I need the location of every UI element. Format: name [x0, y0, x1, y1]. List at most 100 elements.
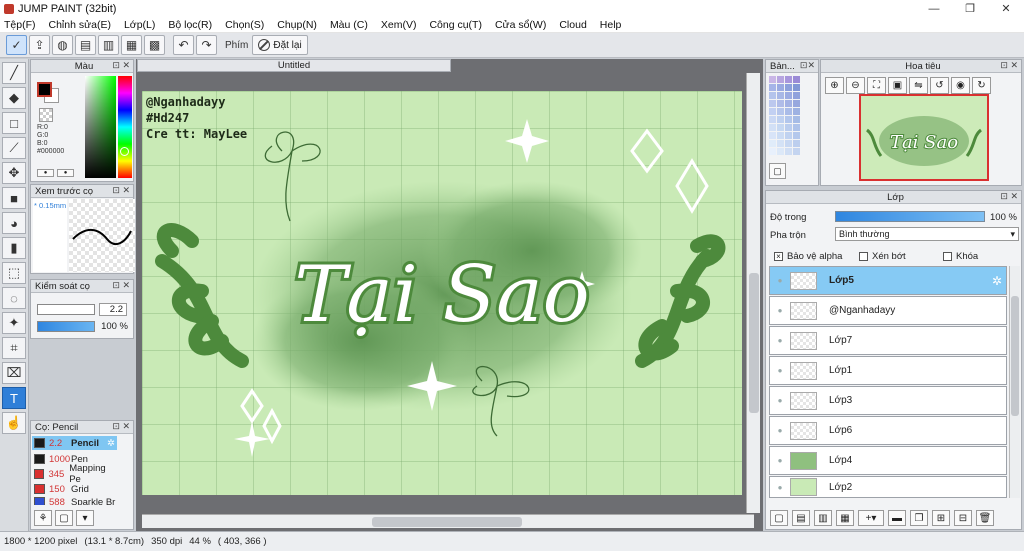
new-layer-menu-icon[interactable]: +▾ [858, 510, 884, 526]
canvas-horizontal-scrollbar[interactable] [142, 514, 754, 528]
stabilizer-icon[interactable]: ✓ [6, 35, 27, 55]
eye-icon[interactable]: ● [770, 456, 790, 465]
lock-checkbox[interactable]: Khóa [943, 251, 978, 262]
layer-row-nganhadayy[interactable]: ● @Nganhadayy [769, 296, 1007, 325]
menu-edit[interactable]: Chỉnh sửa(E) [49, 19, 111, 31]
zoom-out-icon[interactable]: ⊖ [846, 77, 865, 94]
page-icon[interactable]: ▥ [98, 35, 119, 55]
panel-close-icon[interactable]: ⊡ ✕ [1000, 191, 1018, 202]
zoom-in-icon[interactable]: ⊕ [825, 77, 844, 94]
select-eraser-tool-icon[interactable]: ⌧ [2, 362, 26, 384]
color-saturation-box[interactable] [85, 76, 116, 178]
text-tool-icon[interactable]: T [2, 387, 26, 409]
gradient-tool-icon[interactable]: ▮ [2, 237, 26, 259]
brush-size-slider[interactable] [37, 304, 95, 315]
palette-swatches[interactable] [769, 76, 801, 155]
new-folder-icon[interactable]: ▬ [888, 510, 906, 526]
menu-filter[interactable]: Bộ lọc(R) [168, 19, 212, 31]
menu-view[interactable]: Xem(V) [381, 19, 417, 31]
brush-size-value[interactable]: 2.2 [99, 303, 127, 316]
brush-item-sparkle[interactable]: 588 Sparkle Br [32, 497, 117, 505]
menu-layer[interactable]: Lớp(L) [124, 19, 155, 31]
eyedropper-icon[interactable]: ● [37, 169, 54, 177]
redo-icon[interactable]: ↷ [196, 35, 217, 55]
gear-icon[interactable]: ✲ [992, 274, 1002, 288]
menu-cloud[interactable]: Cloud [559, 19, 586, 31]
rotate-left-icon[interactable]: ↺ [930, 77, 949, 94]
delete-layer-icon[interactable]: 🗑 [976, 510, 994, 526]
panel-close-icon[interactable]: ⊡✕ [800, 60, 815, 71]
fill-rect-tool-icon[interactable]: ■ [2, 187, 26, 209]
color-mode-icon[interactable]: ● [57, 169, 74, 177]
new-layer-1bit-icon[interactable]: ▥ [814, 510, 832, 526]
new-layer-icon[interactable]: ▢ [770, 510, 788, 526]
layer-row-lop7[interactable]: ● Lớp7 [769, 326, 1007, 355]
undo-icon[interactable]: ↶ [173, 35, 194, 55]
move-tool-icon[interactable]: ✥ [2, 162, 26, 184]
eye-icon[interactable]: ● [770, 336, 790, 345]
rectangle-tool-icon[interactable]: □ [2, 112, 26, 134]
rotate-right-icon[interactable]: ↻ [972, 77, 991, 94]
brush-item-grid[interactable]: 150 Grid [32, 482, 117, 496]
fit-window-icon[interactable]: ⛶ [867, 77, 886, 94]
blend-mode-select[interactable]: Bình thường ▾ [835, 227, 1019, 241]
grid-settings-icon[interactable]: ▩ [144, 35, 165, 55]
menu-color[interactable]: Màu (C) [330, 19, 368, 31]
layer-row-lop5[interactable]: ● Lớp5 ✲ [769, 266, 1007, 295]
panel-close-icon[interactable]: ⊡ ✕ [112, 421, 130, 432]
layer-settings-icon[interactable]: ⊟ [954, 510, 972, 526]
menu-capture[interactable]: Chụp(N) [277, 19, 317, 31]
eye-icon[interactable]: ● [770, 366, 790, 375]
eye-icon[interactable]: ● [770, 276, 790, 285]
new-brush-icon[interactable]: ▢ [55, 510, 73, 526]
minimize-button[interactable]: — [916, 0, 952, 17]
eye-icon[interactable]: ● [770, 396, 790, 405]
document-tab[interactable]: Untitled [137, 59, 451, 72]
clip-checkbox[interactable]: Xén bớt [859, 251, 906, 262]
layer-list-scrollbar[interactable] [1009, 266, 1020, 498]
eraser-tool-icon[interactable]: ◆ [2, 87, 26, 109]
brush-tool-icon[interactable]: ╱ [2, 62, 26, 84]
artboard[interactable]: Tại Sao @Nganhadayy #Hd247 Cre tt: MayLe… [142, 91, 742, 495]
select-pen-tool-icon[interactable]: ⌗ [2, 337, 26, 359]
brush-item-mapping-pen[interactable]: 345 Mapping Pe [32, 463, 117, 485]
menu-window[interactable]: Cửa sổ(W) [495, 19, 546, 31]
restore-button[interactable]: ❐ [952, 0, 988, 17]
flip-icon[interactable]: ⇋ [909, 77, 928, 94]
new-halftone-layer-icon[interactable]: ▦ [836, 510, 854, 526]
canvas-vertical-scrollbar[interactable] [746, 73, 760, 513]
bucket-tool-icon[interactable]: ◕ [2, 212, 26, 234]
panel-close-icon[interactable]: ⊡ ✕ [112, 280, 130, 291]
close-button[interactable]: ✕ [988, 0, 1024, 17]
export-icon[interactable]: ⇪ [29, 35, 50, 55]
actual-size-icon[interactable]: ▣ [888, 77, 907, 94]
new-palette-icon[interactable]: ▢ [769, 163, 786, 179]
eye-icon[interactable]: ● [770, 306, 790, 315]
panel-close-icon[interactable]: ⊡ ✕ [1000, 60, 1018, 71]
layer-row-lop6[interactable]: ● Lớp6 [769, 416, 1007, 445]
reset-button[interactable]: Đặt lại [252, 35, 308, 55]
layer-row-lop2[interactable]: ● Lớp2 [769, 476, 1007, 498]
foreground-color-swatch[interactable] [37, 82, 52, 97]
new-layer-8bit-icon[interactable]: ▤ [792, 510, 810, 526]
menu-file[interactable]: Tệp(F) [4, 19, 36, 31]
brush-settings-icon[interactable]: ⚘ [34, 510, 52, 526]
hand-tool-icon[interactable]: ☝ [2, 412, 26, 434]
transparent-color-swatch[interactable] [39, 108, 53, 122]
layer-row-lop3[interactable]: ● Lớp3 [769, 386, 1007, 415]
eye-icon[interactable]: ● [770, 426, 790, 435]
hue-cursor[interactable] [120, 147, 129, 156]
protect-alpha-checkbox[interactable]: × Bảo vệ alpha [774, 251, 842, 262]
duplicate-layer-icon[interactable]: ❐ [910, 510, 928, 526]
brush-menu-icon[interactable]: ▾ [76, 510, 94, 526]
speech-bubble-icon[interactable]: ◍ [52, 35, 73, 55]
layer-opacity-slider[interactable] [835, 211, 985, 222]
lasso-tool-icon[interactable]: ◌ [2, 287, 26, 309]
menu-tools[interactable]: Công cụ(T) [429, 19, 482, 31]
layer-row-lop4[interactable]: ● Lớp4 [769, 446, 1007, 475]
gear-icon[interactable]: ✲ [107, 438, 115, 449]
panel-close-icon[interactable]: ⊡ ✕ [112, 60, 130, 71]
eye-icon[interactable]: ● [770, 483, 790, 492]
panel-close-icon[interactable]: ⊡ ✕ [112, 185, 130, 196]
rotate-reset-icon[interactable]: ◉ [951, 77, 970, 94]
